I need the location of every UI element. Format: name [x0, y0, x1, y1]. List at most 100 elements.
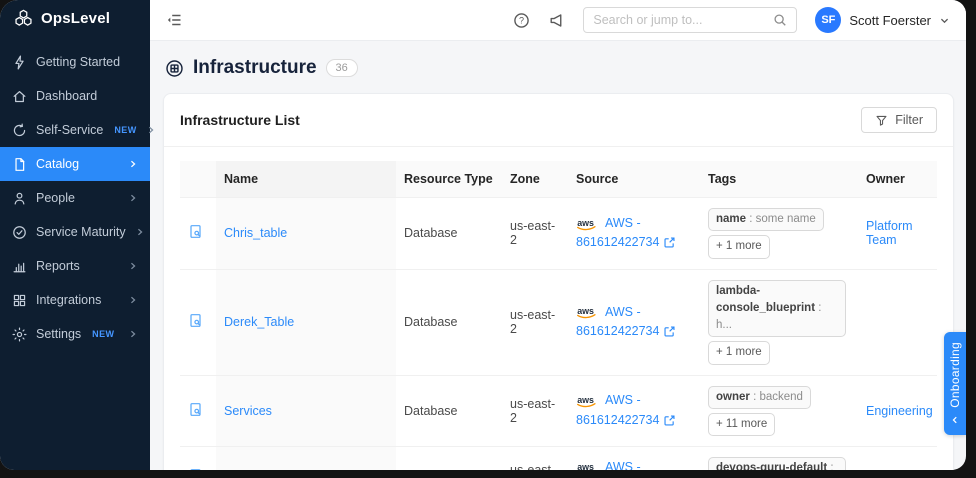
resource-type-cell: Database [396, 447, 502, 471]
check-circle-icon [12, 225, 27, 240]
card-title: Infrastructure List [180, 112, 300, 128]
table-row: Services Database us-east-2 aws AWS - 86… [180, 375, 937, 447]
file-icon [12, 157, 27, 172]
resource-type-cell: Database [396, 375, 502, 447]
aws-logo-icon: aws [576, 394, 599, 408]
source-cell: aws AWS - 861612422734 [576, 303, 692, 342]
chevron-right-icon [128, 261, 138, 271]
table-header-row: NameResource TypeZoneSourceTagsOwner [180, 161, 937, 198]
column-header-icon [180, 161, 216, 198]
sidebar-nav: Getting Started Dashboard Self-Service N… [0, 35, 150, 351]
owner-link[interactable]: Engineering [866, 404, 933, 418]
more-tags-pill[interactable]: + 1 more [708, 341, 770, 364]
resource-name-link[interactable]: Services [224, 404, 272, 418]
source-link[interactable]: AWS - [605, 458, 641, 470]
infrastructure-icon [165, 59, 184, 78]
person-icon [12, 191, 27, 206]
tag-pill: name : some name [708, 208, 824, 231]
sidebar-item-getting-started[interactable]: Getting Started [0, 45, 150, 79]
tag-pill: devops-guru-default : databa... [708, 457, 846, 470]
resource-type-cell: Database [396, 198, 502, 270]
aws-logo-icon: aws [576, 305, 599, 319]
source-cell: aws AWS - 861612422734 [576, 458, 692, 470]
tags-cell: owner : backend + 11 more [700, 375, 858, 447]
opslevel-logo[interactable]: OpsLevel [0, 0, 150, 35]
resource-name-link[interactable]: Derek_Table [224, 315, 294, 329]
tag-pill: lambda-console_blueprint : h... [708, 280, 846, 338]
search-input[interactable] [593, 13, 773, 27]
sidebar-item-label: Integrations [36, 293, 101, 307]
chart-icon [12, 259, 27, 274]
tag-pill: owner : backend [708, 386, 811, 409]
avatar[interactable]: SF [815, 7, 841, 33]
source-link[interactable]: AWS - [605, 391, 641, 410]
divider [164, 146, 953, 147]
tags-cell: name : some name + 1 more [700, 198, 858, 270]
external-link-icon[interactable] [663, 414, 676, 427]
external-link-icon[interactable] [663, 236, 676, 249]
filter-button[interactable]: Filter [861, 107, 937, 133]
sidebar-item-integrations[interactable]: Integrations [0, 283, 150, 317]
column-header-source[interactable]: Source [568, 161, 700, 198]
page-header: Infrastructure 36 [150, 41, 966, 79]
chevron-left-icon [950, 415, 960, 425]
sidebar-item-service-maturity[interactable]: Service Maturity [0, 215, 150, 249]
brand-name: OpsLevel [41, 10, 110, 27]
source-link[interactable]: AWS - [605, 214, 641, 233]
sidebar-item-catalog[interactable]: Catalog [0, 147, 150, 181]
infrastructure-list-card: Infrastructure List Filter [163, 93, 954, 470]
source-account-link[interactable]: 861612422734 [576, 233, 659, 252]
external-link-icon[interactable] [663, 325, 676, 338]
column-header-tags[interactable]: Tags [700, 161, 858, 198]
resource-file-icon [188, 402, 203, 417]
tags-cell: lambda-console_blueprint : h... + 1 more [700, 269, 858, 375]
sidebar-item-label: Catalog [36, 157, 79, 171]
column-header-zone[interactable]: Zone [502, 161, 568, 198]
table-row: Chris_table Database us-east-2 aws AWS -… [180, 198, 937, 270]
help-icon[interactable]: ? [513, 12, 530, 29]
main-content: Infrastructure 36 Infrastructure List Fi… [150, 41, 966, 470]
source-account-link[interactable]: 861612422734 [576, 322, 659, 341]
column-header-name[interactable]: Name [216, 161, 396, 198]
search-box[interactable] [583, 7, 797, 33]
sidebar-item-settings[interactable]: Settings NEW [0, 317, 150, 351]
search-icon [773, 13, 787, 27]
count-badge: 36 [326, 59, 358, 77]
opslevel-logo-icon [13, 9, 34, 27]
bolt-icon [12, 55, 27, 70]
collapse-sidebar-icon[interactable] [166, 12, 182, 28]
svg-text:aws: aws [577, 461, 594, 470]
resource-file-icon [188, 468, 203, 470]
source-link[interactable]: AWS - [605, 303, 641, 322]
grid-icon [12, 293, 27, 308]
chevron-right-icon [128, 295, 138, 305]
sidebar-item-self-service[interactable]: Self-Service NEW [0, 113, 150, 147]
svg-text:?: ? [519, 15, 524, 25]
sidebar-item-reports[interactable]: Reports [0, 249, 150, 283]
column-header-owner[interactable]: Owner [858, 161, 937, 198]
svg-text:aws: aws [577, 395, 594, 405]
sidebar: OpsLevel Getting Started Dashboard Self-… [0, 0, 150, 470]
resource-name-link[interactable]: Chris_table [224, 226, 287, 240]
chevron-right-icon [135, 227, 145, 237]
more-tags-pill[interactable]: + 1 more [708, 235, 770, 258]
new-badge: NEW [92, 329, 114, 339]
onboarding-tab[interactable]: Onboarding [944, 332, 966, 435]
more-tags-pill[interactable]: + 11 more [708, 413, 775, 436]
owner-link[interactable]: Platform Team [866, 219, 913, 247]
sidebar-item-people[interactable]: People [0, 181, 150, 215]
zone-cell: us-east-2 [502, 198, 568, 270]
card-header: Infrastructure List Filter [164, 94, 953, 146]
user-name: Scott Foerster [849, 13, 931, 28]
column-header-resource-type[interactable]: Resource Type [396, 161, 502, 198]
source-cell: aws AWS - 861612422734 [576, 391, 692, 430]
zone-cell: us-east-2 [502, 447, 568, 471]
sidebar-item-dashboard[interactable]: Dashboard [0, 79, 150, 113]
sidebar-item-label: Reports [36, 259, 80, 273]
user-menu[interactable]: SF Scott Foerster [815, 7, 950, 33]
announcements-icon[interactable] [548, 12, 565, 29]
chevron-right-icon [146, 125, 156, 135]
refresh-icon [12, 123, 27, 138]
source-account-link[interactable]: 861612422734 [576, 411, 659, 430]
chevron-down-icon [939, 15, 950, 26]
